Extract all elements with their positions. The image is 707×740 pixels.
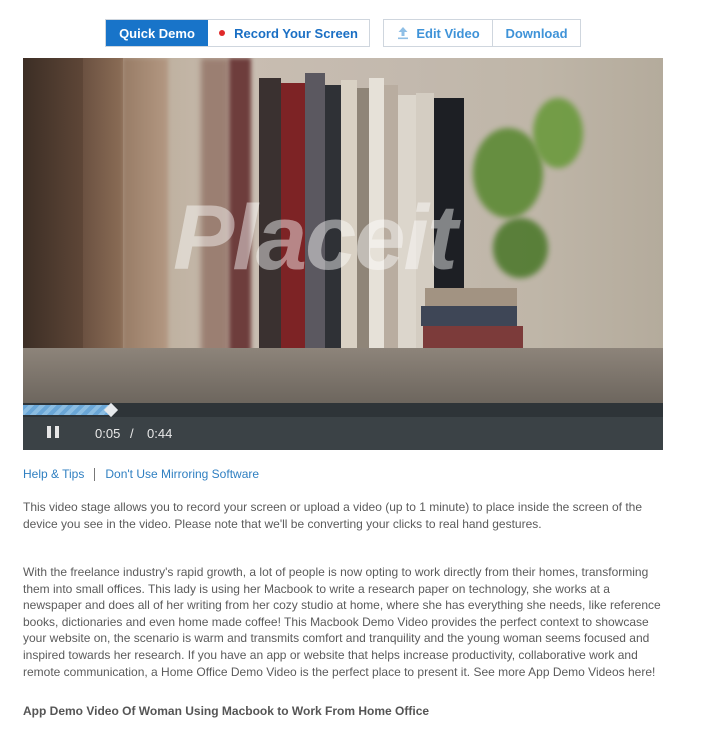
intro-text: This video stage allows you to record yo… bbox=[23, 500, 643, 531]
video-controls: 0:05 / 0:44 bbox=[23, 417, 663, 450]
mirroring-software-link[interactable]: Don't Use Mirroring Software bbox=[105, 467, 259, 481]
pause-icon[interactable] bbox=[47, 426, 59, 438]
placeit-watermark: Placeit bbox=[173, 187, 458, 289]
edit-video-button[interactable]: Edit Video bbox=[384, 20, 493, 46]
description-text: With the freelance industry's rapid grow… bbox=[23, 565, 661, 679]
record-dot-icon bbox=[219, 30, 226, 36]
demo-mode-tabs: Quick Demo Record Your Screen bbox=[105, 19, 370, 47]
current-time: 0:05 bbox=[95, 426, 121, 441]
video-seekbar[interactable] bbox=[23, 402, 663, 418]
edit-video-label: Edit Video bbox=[416, 25, 480, 41]
video-action-tabs: Edit Video Download bbox=[383, 19, 581, 47]
video-stage[interactable]: Placeit bbox=[23, 58, 663, 403]
seekbar-progress bbox=[23, 405, 109, 415]
video-title: App Demo Video Of Woman Using Macbook to… bbox=[23, 704, 430, 718]
tab-record-label: Record Your Screen bbox=[234, 25, 358, 41]
download-button[interactable]: Download bbox=[493, 20, 580, 46]
tab-record-your-screen[interactable]: Record Your Screen bbox=[208, 20, 369, 46]
total-time: 0:44 bbox=[147, 426, 173, 441]
link-divider bbox=[94, 467, 96, 481]
help-links: Help & Tips Don't Use Mirroring Software bbox=[23, 467, 259, 481]
help-tips-link[interactable]: Help & Tips bbox=[23, 467, 84, 481]
time-separator: / bbox=[130, 426, 134, 441]
tab-quick-demo[interactable]: Quick Demo bbox=[106, 20, 208, 46]
upload-icon bbox=[398, 27, 409, 40]
shelf bbox=[23, 348, 663, 403]
